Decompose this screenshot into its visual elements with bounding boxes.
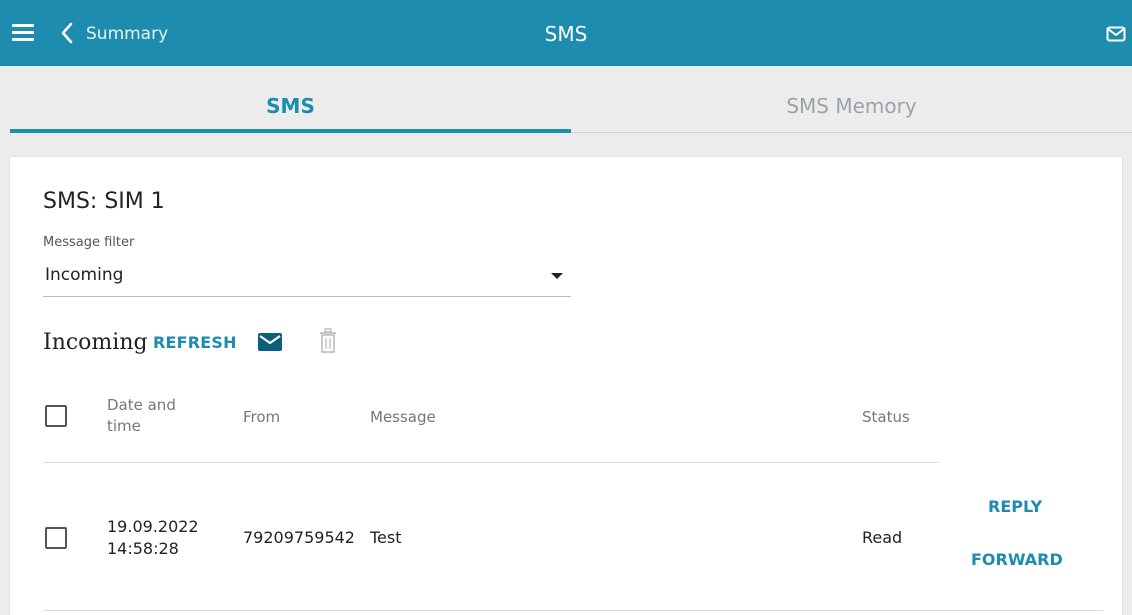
- forward-button[interactable]: FORWARD: [971, 550, 1063, 569]
- row-status: Read: [862, 528, 903, 547]
- tab-sms-memory[interactable]: SMS Memory: [571, 66, 1132, 136]
- card-title: SMS: SIM 1: [43, 189, 165, 214]
- message-filter-label: Message filter: [43, 235, 135, 250]
- page-title: SMS: [544, 22, 588, 46]
- write-message-icon[interactable]: [258, 333, 282, 351]
- row-date: 19.09.2022: [107, 517, 199, 536]
- caret-down-icon: [551, 273, 563, 279]
- header-message: Message: [370, 408, 436, 426]
- back-link[interactable]: Summary: [86, 24, 168, 44]
- mail-icon[interactable]: [1106, 26, 1126, 42]
- tab-bar: SMS SMS Memory: [0, 66, 1132, 136]
- message-filter-value: Incoming: [45, 265, 124, 285]
- top-bar: Summary SMS: [0, 0, 1132, 66]
- header-separator: [43, 462, 939, 463]
- reply-button[interactable]: REPLY: [988, 497, 1042, 516]
- tab-sms[interactable]: SMS: [10, 66, 571, 136]
- header-status: Status: [862, 408, 910, 426]
- row-date-time: 19.09.2022 14:58:28: [107, 516, 199, 560]
- section-title: Incoming: [43, 330, 148, 355]
- chevron-left-icon[interactable]: [60, 22, 74, 44]
- message-filter-select[interactable]: Incoming: [43, 257, 571, 297]
- menu-icon[interactable]: [12, 24, 34, 42]
- row-time: 14:58:28: [107, 539, 179, 558]
- trash-icon[interactable]: [319, 328, 337, 354]
- active-tab-indicator: [10, 129, 571, 133]
- sms-card: SMS: SIM 1 Message filter Incoming Incom…: [10, 157, 1122, 615]
- header-date-line2: time: [107, 417, 141, 435]
- header-date-line1: Date and: [107, 396, 176, 414]
- header-from: From: [243, 408, 281, 426]
- header-date-time: Date and time: [107, 395, 176, 437]
- row-checkbox[interactable]: [45, 527, 67, 549]
- select-all-checkbox[interactable]: [45, 405, 67, 427]
- refresh-button[interactable]: REFRESH: [153, 333, 237, 352]
- row-message: Test: [370, 528, 402, 547]
- tab-divider: [571, 132, 1132, 133]
- row-from: 79209759542: [243, 528, 355, 547]
- row-separator: [43, 610, 1103, 611]
